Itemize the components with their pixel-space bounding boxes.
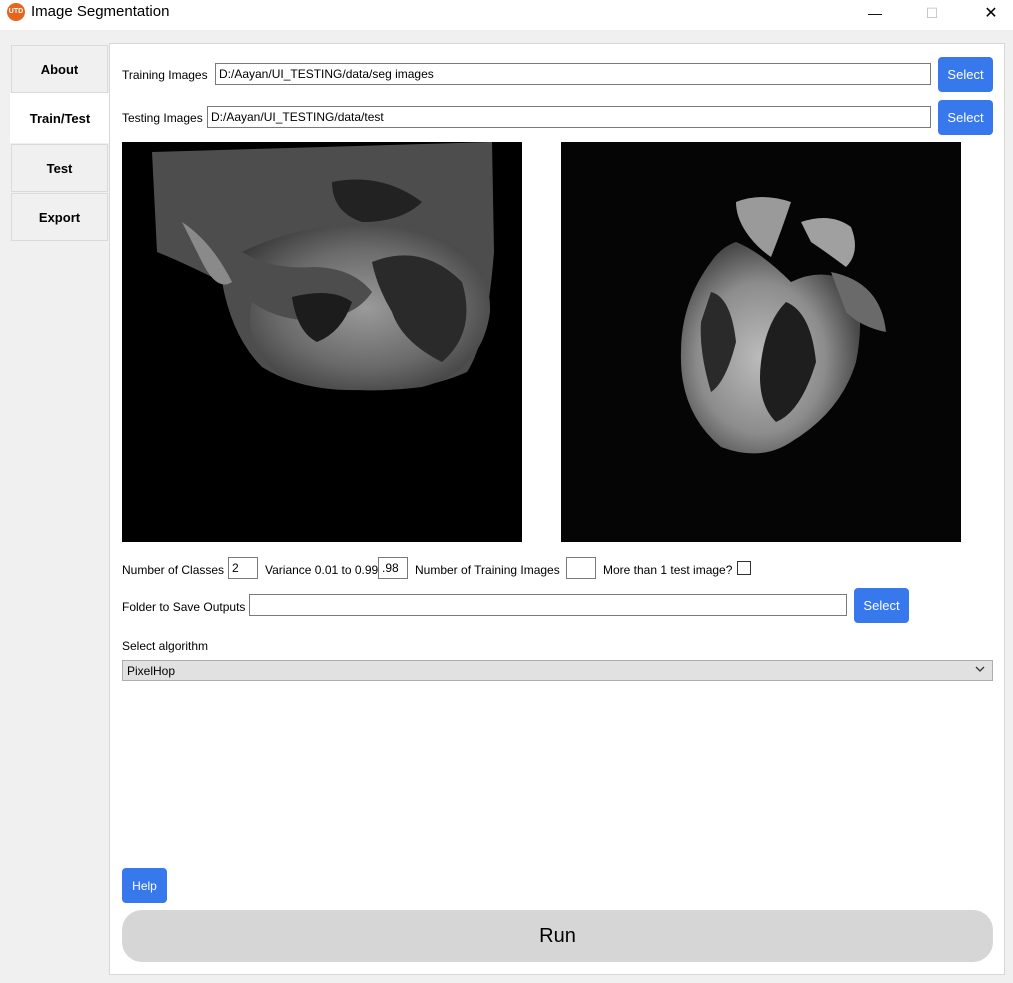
output-folder-input[interactable] — [249, 594, 847, 616]
minimize-button[interactable]: — — [852, 0, 898, 26]
algorithm-selected-value: PixelHop — [127, 664, 176, 678]
testing-images-path-input[interactable]: D:/Aayan/UI_TESTING/data/test — [207, 106, 931, 128]
tab-test[interactable]: Test — [11, 144, 108, 192]
training-image-preview — [122, 142, 522, 542]
app-logo-icon: UTD — [7, 3, 25, 21]
testing-images-label: Testing Images — [122, 111, 203, 125]
testing-image-preview — [561, 142, 961, 542]
training-images-select-button[interactable]: Select — [938, 57, 993, 92]
train-test-panel: Training Images D:/Aayan/UI_TESTING/data… — [109, 43, 1005, 975]
output-folder-label: Folder to Save Outputs — [122, 600, 246, 614]
run-button[interactable]: Run — [122, 910, 993, 962]
training-images-path-input[interactable]: D:/Aayan/UI_TESTING/data/seg images — [215, 63, 931, 85]
title-bar: UTD Image Segmentation — ☐ ✕ — [0, 0, 1013, 30]
variance-label: Variance 0.01 to 0.99 — [265, 563, 379, 577]
tab-export[interactable]: Export — [11, 193, 108, 241]
multiple-test-images-checkbox[interactable] — [737, 561, 751, 575]
number-of-training-images-input[interactable] — [566, 557, 596, 579]
algorithm-dropdown[interactable]: PixelHop — [122, 660, 993, 681]
testing-images-select-button[interactable]: Select — [938, 100, 993, 135]
number-of-training-images-label: Number of Training Images — [415, 563, 560, 577]
window-title: Image Segmentation — [31, 3, 170, 20]
maximize-button[interactable]: ☐ — [909, 0, 955, 26]
number-of-classes-label: Number of Classes — [122, 563, 225, 577]
output-folder-select-button[interactable]: Select — [854, 588, 909, 623]
tab-train-test[interactable]: Train/Test — [10, 93, 109, 143]
training-images-label: Training Images — [122, 68, 208, 82]
close-button[interactable]: ✕ — [968, 0, 1013, 26]
heart-section-image — [122, 142, 522, 542]
chevron-down-icon — [975, 666, 985, 672]
number-of-classes-input[interactable]: 2 — [228, 557, 258, 579]
tab-about[interactable]: About — [11, 45, 108, 93]
app-window: UTD Image Segmentation — ☐ ✕ About Train… — [0, 0, 1013, 983]
multiple-test-images-label: More than 1 test image? — [603, 563, 733, 577]
help-button[interactable]: Help — [122, 868, 167, 903]
heart-section-image — [561, 142, 961, 542]
variance-input[interactable]: .98 — [378, 557, 408, 579]
select-algorithm-label: Select algorithm — [122, 639, 209, 653]
